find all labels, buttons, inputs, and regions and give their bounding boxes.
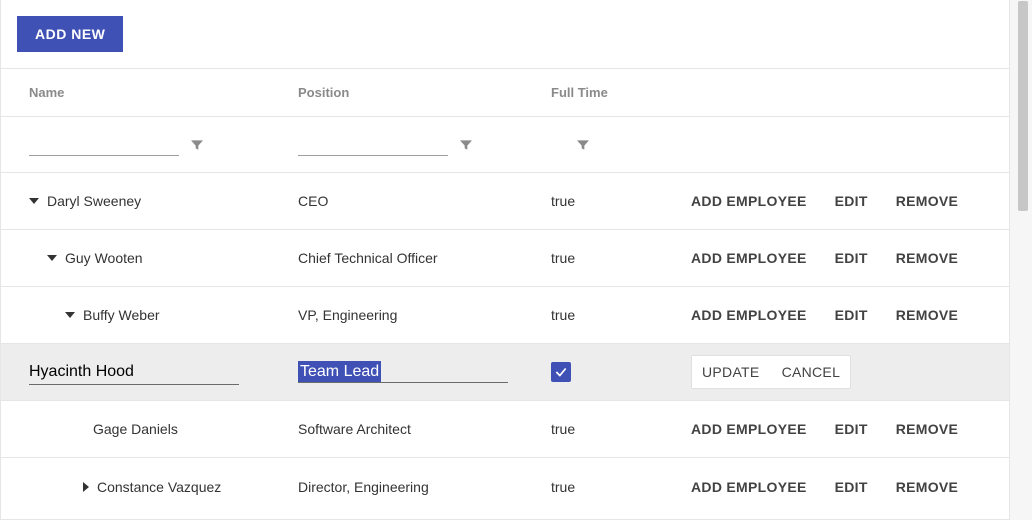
column-header-fulltime[interactable]: Full Time (551, 69, 681, 116)
position-cell: Director, Engineering (298, 479, 429, 495)
name-cell: Guy Wooten (65, 250, 143, 266)
fulltime-cell: true (551, 250, 575, 266)
filter-icon[interactable] (575, 137, 591, 153)
add-new-button[interactable]: ADD NEW (17, 16, 123, 52)
position-cell: VP, Engineering (298, 307, 397, 323)
expand-toggle-icon[interactable] (29, 198, 39, 204)
remove-button[interactable]: REMOVE (896, 250, 958, 266)
name-cell: Daryl Sweeney (47, 193, 141, 209)
edit-name-input[interactable] (29, 360, 239, 385)
edit-position-input[interactable]: Team Lead (298, 361, 381, 382)
add-employee-button[interactable]: ADD EMPLOYEE (691, 421, 807, 437)
table-row: Gage Daniels Software Architect true ADD… (1, 401, 1009, 458)
grid-header-row: Name Position Full Time (1, 69, 1009, 117)
remove-button[interactable]: REMOVE (896, 193, 958, 209)
edit-fulltime-checkbox[interactable] (551, 362, 571, 382)
fulltime-cell: true (551, 421, 575, 437)
table-row: Daryl Sweeney CEO true ADD EMPLOYEE EDIT… (1, 173, 1009, 230)
filter-icon[interactable] (458, 137, 474, 153)
remove-button[interactable]: REMOVE (896, 421, 958, 437)
scrollbar-thumb[interactable] (1018, 1, 1028, 211)
remove-button[interactable]: REMOVE (896, 479, 958, 495)
toolbar: ADD NEW (1, 0, 1009, 69)
edit-button[interactable]: EDIT (835, 421, 868, 437)
edit-button[interactable]: EDIT (835, 307, 868, 323)
add-employee-button[interactable]: ADD EMPLOYEE (691, 193, 807, 209)
table-row: Buffy Weber VP, Engineering true ADD EMP… (1, 287, 1009, 344)
filter-name-input[interactable] (29, 134, 179, 156)
expand-toggle-icon[interactable] (65, 312, 75, 318)
column-header-position[interactable]: Position (298, 69, 551, 116)
expand-toggle-icon[interactable] (83, 482, 89, 492)
add-employee-button[interactable]: ADD EMPLOYEE (691, 250, 807, 266)
fulltime-cell: true (551, 479, 575, 495)
add-employee-button[interactable]: ADD EMPLOYEE (691, 307, 807, 323)
name-cell: Constance Vazquez (97, 479, 221, 495)
edit-button[interactable]: EDIT (835, 479, 868, 495)
table-row: Constance Vazquez Director, Engineering … (1, 458, 1009, 515)
filter-row (1, 117, 1009, 173)
name-cell: Gage Daniels (93, 421, 178, 437)
edit-actions-panel: UPDATE CANCEL (691, 355, 851, 389)
edit-button[interactable]: EDIT (835, 193, 868, 209)
remove-button[interactable]: REMOVE (896, 307, 958, 323)
position-cell: Software Architect (298, 421, 411, 437)
expand-toggle-icon[interactable] (47, 255, 57, 261)
vertical-scrollbar[interactable] (1010, 0, 1032, 520)
name-cell: Buffy Weber (83, 307, 160, 323)
column-header-name[interactable]: Name (1, 69, 298, 116)
fulltime-cell: true (551, 193, 575, 209)
update-button[interactable]: UPDATE (702, 364, 760, 380)
fulltime-cell: true (551, 307, 575, 323)
position-cell: CEO (298, 193, 328, 209)
edit-button[interactable]: EDIT (835, 250, 868, 266)
add-employee-button[interactable]: ADD EMPLOYEE (691, 479, 807, 495)
table-row: Guy Wooten Chief Technical Officer true … (1, 230, 1009, 287)
filter-icon[interactable] (189, 137, 205, 153)
filter-position-input[interactable] (298, 134, 448, 156)
cancel-button[interactable]: CANCEL (782, 364, 841, 380)
position-cell: Chief Technical Officer (298, 250, 438, 266)
table-row-editing: Team Lead UPDATE CANCEL (1, 344, 1009, 401)
